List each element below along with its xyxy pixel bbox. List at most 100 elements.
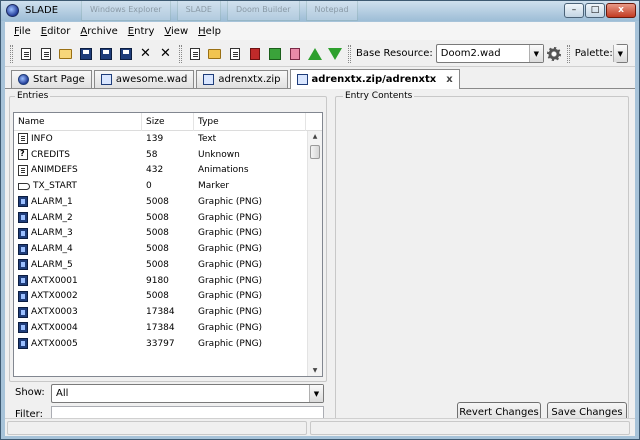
entry-contents-title: Entry Contents	[343, 91, 415, 101]
table-row[interactable]: ALARM_2 5008 Graphic (PNG)	[14, 210, 322, 226]
entry-type: Graphic (PNG)	[198, 338, 263, 349]
table-row[interactable]: ALARM_4 5008 Graphic (PNG)	[14, 241, 322, 257]
menu-archive[interactable]: Archive	[75, 24, 122, 39]
entry-size: 58	[146, 149, 158, 160]
main-toolbar: ✕ ✕ Base Resource: Doom2.wad ▼ Palette: …	[5, 41, 635, 67]
entry-size: 33797	[146, 338, 175, 349]
column-header-name[interactable]: Name	[14, 113, 142, 131]
entry-name: AXTX0001	[31, 275, 78, 286]
text-entry-icon	[18, 133, 28, 145]
new-directory-button[interactable]	[205, 45, 224, 63]
import-entry-button[interactable]	[265, 45, 284, 63]
entry-type: Graphic (PNG)	[198, 228, 263, 239]
save-all-button[interactable]	[116, 45, 135, 63]
column-header-size[interactable]: Size	[142, 113, 194, 131]
table-row[interactable]: TX_START 0 Marker	[14, 178, 322, 194]
tab-adrenxtx-zip-adrenxtx[interactable]: adrenxtx.zip/adrenxtx x	[289, 69, 460, 89]
show-label: Show:	[15, 387, 45, 398]
png-entry-icon	[18, 212, 28, 224]
window-title: SLADE	[25, 5, 59, 16]
menu-editor[interactable]: Editor	[36, 24, 76, 39]
table-row[interactable]: ALARM_1 5008 Graphic (PNG)	[14, 194, 322, 210]
toolbar-grip[interactable]	[566, 44, 570, 63]
tab-start-page[interactable]: Start Page	[11, 70, 92, 88]
menu-view[interactable]: View	[159, 24, 193, 39]
menu-file[interactable]: File	[9, 24, 36, 39]
scroll-up-icon[interactable]: ▲	[308, 131, 322, 143]
new-zip-button[interactable]	[36, 45, 55, 63]
entry-name-cell: ALARM_3	[14, 227, 142, 239]
toolbar-grip[interactable]	[348, 44, 351, 63]
palette-select[interactable]: ▼	[612, 44, 628, 63]
table-row[interactable]: AXTX0004 17384 Graphic (PNG)	[14, 320, 322, 336]
scroll-down-icon[interactable]: ▼	[308, 365, 322, 376]
toolbar-grip[interactable]	[10, 44, 13, 63]
gear-icon[interactable]	[546, 46, 561, 61]
unknown-entry-icon	[18, 149, 28, 161]
minimize-button[interactable]: –	[564, 3, 584, 18]
entry-size: 17384	[146, 307, 175, 318]
close-button[interactable]: x	[606, 3, 636, 18]
entry-list-scrollbar[interactable]: ▲ ▼	[307, 131, 322, 376]
table-row[interactable]: ALARM_5 5008 Graphic (PNG)	[14, 257, 322, 273]
table-row[interactable]: ANIMDEFS 432 Animations	[14, 163, 322, 179]
menu-help[interactable]: Help	[193, 24, 226, 39]
base-resource-select[interactable]: Doom2.wad ▼	[435, 44, 544, 63]
png-entry-icon	[18, 275, 28, 287]
close-tab-icon[interactable]: x	[446, 74, 452, 85]
open-button[interactable]	[56, 45, 75, 63]
tab-adrenxtx-zip[interactable]: adrenxtx.zip	[196, 70, 288, 88]
entry-name: ALARM_1	[31, 196, 73, 207]
title-bar[interactable]: SLADE Windows Explorer SLADE Doom Builde…	[1, 1, 639, 21]
entry-type: Graphic (PNG)	[198, 196, 263, 207]
toolbar-grip[interactable]	[179, 44, 182, 63]
table-row[interactable]: CREDITS 58 Unknown	[14, 147, 322, 163]
entry-size: 139	[146, 133, 164, 144]
save-button[interactable]	[76, 45, 95, 63]
scroll-thumb[interactable]	[310, 145, 320, 159]
base-resource-value: Doom2.wad	[440, 48, 501, 59]
entry-list[interactable]: Name Size Type INFO 139 Text CREDITS 58 Unkno…	[13, 112, 323, 377]
new-directory-icon	[208, 48, 221, 59]
delete-entry-button[interactable]	[245, 45, 264, 63]
entry-name: AXTX0003	[31, 307, 78, 318]
close-archive-button[interactable]: ✕	[136, 45, 155, 63]
menu-entry[interactable]: Entry	[123, 24, 160, 39]
table-row[interactable]: AXTX0002 5008 Graphic (PNG)	[14, 289, 322, 305]
copy-entry-button[interactable]	[225, 45, 244, 63]
png-entry-icon	[18, 290, 28, 302]
base-resource-label: Base Resource:	[356, 48, 433, 59]
wad-icon	[296, 74, 308, 85]
tab-label: adrenxtx.zip	[218, 74, 281, 85]
move-up-button[interactable]	[305, 45, 324, 63]
tab-awesome-wad[interactable]: awesome.wad	[93, 70, 195, 88]
close-all-icon: ✕	[160, 45, 171, 61]
entry-name-cell: AXTX0003	[14, 306, 142, 318]
menu-bar: File Editor Archive Entry View Help	[5, 22, 635, 40]
export-entry-button[interactable]	[285, 45, 304, 63]
new-wad-button[interactable]	[16, 45, 35, 63]
new-entry-button[interactable]	[185, 45, 204, 63]
png-entry-icon	[18, 338, 28, 350]
maximize-button[interactable]: □	[585, 3, 605, 18]
column-header-type[interactable]: Type	[194, 113, 306, 131]
entry-name: TX_START	[33, 181, 77, 192]
arrow-down-icon	[327, 47, 342, 60]
move-down-button[interactable]	[325, 45, 344, 63]
table-row[interactable]: AXTX0001 9180 Graphic (PNG)	[14, 273, 322, 289]
save-as-icon	[99, 47, 112, 60]
copy-icon	[229, 47, 240, 60]
table-row[interactable]: INFO 139 Text	[14, 131, 322, 147]
entry-type: Graphic (PNG)	[198, 244, 263, 255]
entry-name-cell: TX_START	[14, 181, 142, 191]
show-filter-select[interactable]: All ▼	[51, 384, 324, 403]
table-row[interactable]: AXTX0005 33797 Graphic (PNG)	[14, 336, 322, 352]
table-row[interactable]: ALARM_3 5008 Graphic (PNG)	[14, 226, 322, 242]
close-all-button[interactable]: ✕	[156, 45, 175, 63]
save-all-icon	[119, 47, 132, 60]
save-icon	[79, 47, 92, 60]
open-folder-icon	[59, 48, 72, 59]
entries-panel: Entries Name Size Type INFO 139 Text CREDIT…	[5, 90, 329, 424]
save-as-button[interactable]	[96, 45, 115, 63]
table-row[interactable]: AXTX0003 17384 Graphic (PNG)	[14, 304, 322, 320]
